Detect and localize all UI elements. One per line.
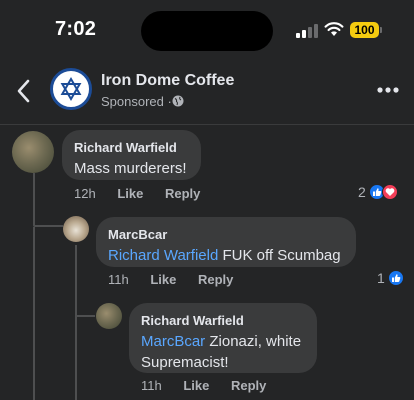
status-bar: 7:02 100 [0, 0, 414, 60]
comment-bubble: MarcBcar Richard Warfield FUK off Scumba… [96, 217, 356, 267]
comment-time: 11h [141, 378, 162, 393]
avatar[interactable] [96, 303, 122, 329]
like-reaction-icon [387, 270, 404, 286]
avatar[interactable] [12, 131, 54, 173]
thread-line [33, 225, 63, 227]
like-button[interactable]: Like [183, 378, 209, 393]
comment-author[interactable]: MarcBcar [108, 226, 344, 243]
globe-icon [172, 95, 184, 107]
like-button[interactable]: Like [150, 272, 176, 287]
comment-time: 12h [74, 186, 96, 201]
sponsored-label: Sponsored · [101, 94, 172, 109]
comment-actions: 11h Like Reply [141, 378, 266, 393]
header-divider [0, 124, 414, 125]
mention-link[interactable]: Richard Warfield [108, 247, 218, 264]
comment-text: Richard Warfield FUK off Scumbag [108, 247, 341, 264]
back-chevron-icon[interactable] [14, 78, 34, 104]
mention-link[interactable]: MarcBcar [141, 333, 205, 350]
signal-icon [296, 22, 318, 38]
comment-author[interactable]: Richard Warfield [74, 139, 189, 156]
reaction-summary[interactable]: 1 [377, 270, 404, 286]
thread-line [75, 315, 95, 317]
reaction-count: 1 [377, 270, 385, 286]
comment-time: 11h [108, 272, 129, 287]
love-reaction-icon [381, 184, 398, 200]
thread-line [75, 245, 77, 315]
comment-text: Mass murderers! [74, 160, 187, 177]
avatar[interactable] [63, 216, 89, 242]
reply-button[interactable]: Reply [231, 378, 266, 393]
comment-bubble: Richard Warfield Mass murderers! [62, 130, 201, 180]
comment-text: MarcBcar Zionazi, white Supremacist! [141, 333, 302, 371]
clock-time: 7:02 [55, 18, 97, 40]
star-of-david-logo-icon [60, 77, 82, 101]
reply-button[interactable]: Reply [198, 272, 233, 287]
reaction-count: 2 [358, 184, 366, 200]
reaction-summary[interactable]: 2 [358, 184, 398, 200]
comment-author[interactable]: Richard Warfield [141, 312, 305, 329]
battery-icon: 100 [350, 22, 379, 38]
comment-bubble: Richard Warfield MarcBcar Zionazi, white… [129, 303, 317, 373]
thread-line [75, 317, 77, 400]
thread-line [33, 227, 35, 400]
comment-actions: 12h Like Reply [74, 186, 200, 201]
like-button[interactable]: Like [117, 186, 143, 201]
thread-line [33, 173, 35, 225]
comment-actions: 11h Like Reply [108, 272, 233, 287]
battery-cap [380, 27, 382, 33]
page-avatar[interactable] [50, 68, 92, 110]
more-icon[interactable] [376, 86, 400, 94]
page-name[interactable]: Iron Dome Coffee [101, 72, 234, 90]
wifi-icon [324, 22, 344, 36]
dynamic-island [141, 11, 273, 51]
reply-button[interactable]: Reply [165, 186, 200, 201]
